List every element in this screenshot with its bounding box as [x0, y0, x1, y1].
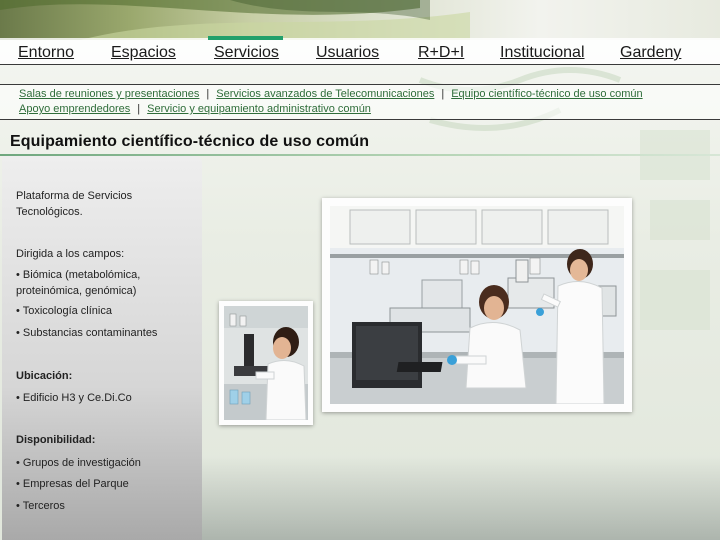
- info-panel: Plataforma de Servicios Tecnológicos. Di…: [2, 156, 202, 540]
- panel-availability-item: • Empresas del Parque: [16, 478, 129, 490]
- subnav-separator: |: [206, 88, 210, 100]
- subnav-link-salas[interactable]: Salas de reuniones y presentaciones: [19, 88, 199, 100]
- nav-item-gardeny[interactable]: Gardeny: [620, 44, 681, 62]
- main-nav: Entorno Espacios Servicios Usuarios R+D+…: [0, 36, 720, 65]
- panel-availability-item: • Grupos de investigación: [16, 457, 141, 469]
- panel-field-item: • Substancias contaminantes: [16, 327, 158, 339]
- panel-fields-label: Dirigida a los campos:: [16, 248, 125, 260]
- panel-intro: Plataforma de Servicios Tecnológicos.: [16, 190, 133, 218]
- panel-availability-heading: Disponibilidad:: [16, 434, 96, 446]
- subnav-separator: |: [137, 103, 141, 115]
- nav-item-rdi[interactable]: R+D+I: [418, 44, 464, 62]
- subnav-separator: |: [441, 88, 445, 100]
- lab-photo-small: [219, 301, 313, 425]
- page-title: Equipamiento científico-técnico de uso c…: [10, 133, 370, 150]
- nav-item-espacios[interactable]: Espacios: [111, 44, 176, 62]
- nav-item-institucional[interactable]: Institucional: [500, 44, 585, 62]
- sub-nav-row: Apoyo emprendedores | Servicio y equipamie…: [19, 103, 371, 115]
- sub-nav-row: Salas de reuniones y presentaciones | Serv…: [19, 88, 643, 100]
- nav-item-servicios[interactable]: Servicios: [208, 36, 283, 62]
- microscope-scene-illustration: [224, 306, 308, 420]
- nav-item-usuarios[interactable]: Usuarios: [316, 44, 379, 62]
- subnav-link-administrativo[interactable]: Servicio y equipamiento administrativo c…: [147, 103, 371, 115]
- banner-swoosh: [0, 0, 470, 40]
- subnav-link-telecom[interactable]: Servicios avanzados de Telecomunicacione…: [216, 88, 434, 100]
- panel-field-item: • Toxicología clínica: [16, 305, 112, 317]
- background-lower-band: [202, 456, 720, 540]
- lab-photo-large: [322, 198, 632, 412]
- nav-item-entorno[interactable]: Entorno: [18, 44, 74, 62]
- sub-nav: Salas de reuniones y presentaciones | Serv…: [0, 84, 720, 120]
- lab-scene-illustration: [330, 206, 624, 404]
- panel-location-heading: Ubicación:: [16, 370, 73, 382]
- panel-location: • Edificio H3 y Ce.Di.Co: [16, 392, 132, 404]
- panel-availability-item: • Terceros: [16, 500, 65, 512]
- subnav-link-equipo[interactable]: Equipo científico-técnico de uso común: [451, 88, 642, 100]
- header-banner: [0, 0, 720, 40]
- subnav-link-emprendedores[interactable]: Apoyo emprendedores: [19, 103, 130, 115]
- panel-field-item: • Biómica (metabolómica, proteinómica, g…: [16, 269, 141, 297]
